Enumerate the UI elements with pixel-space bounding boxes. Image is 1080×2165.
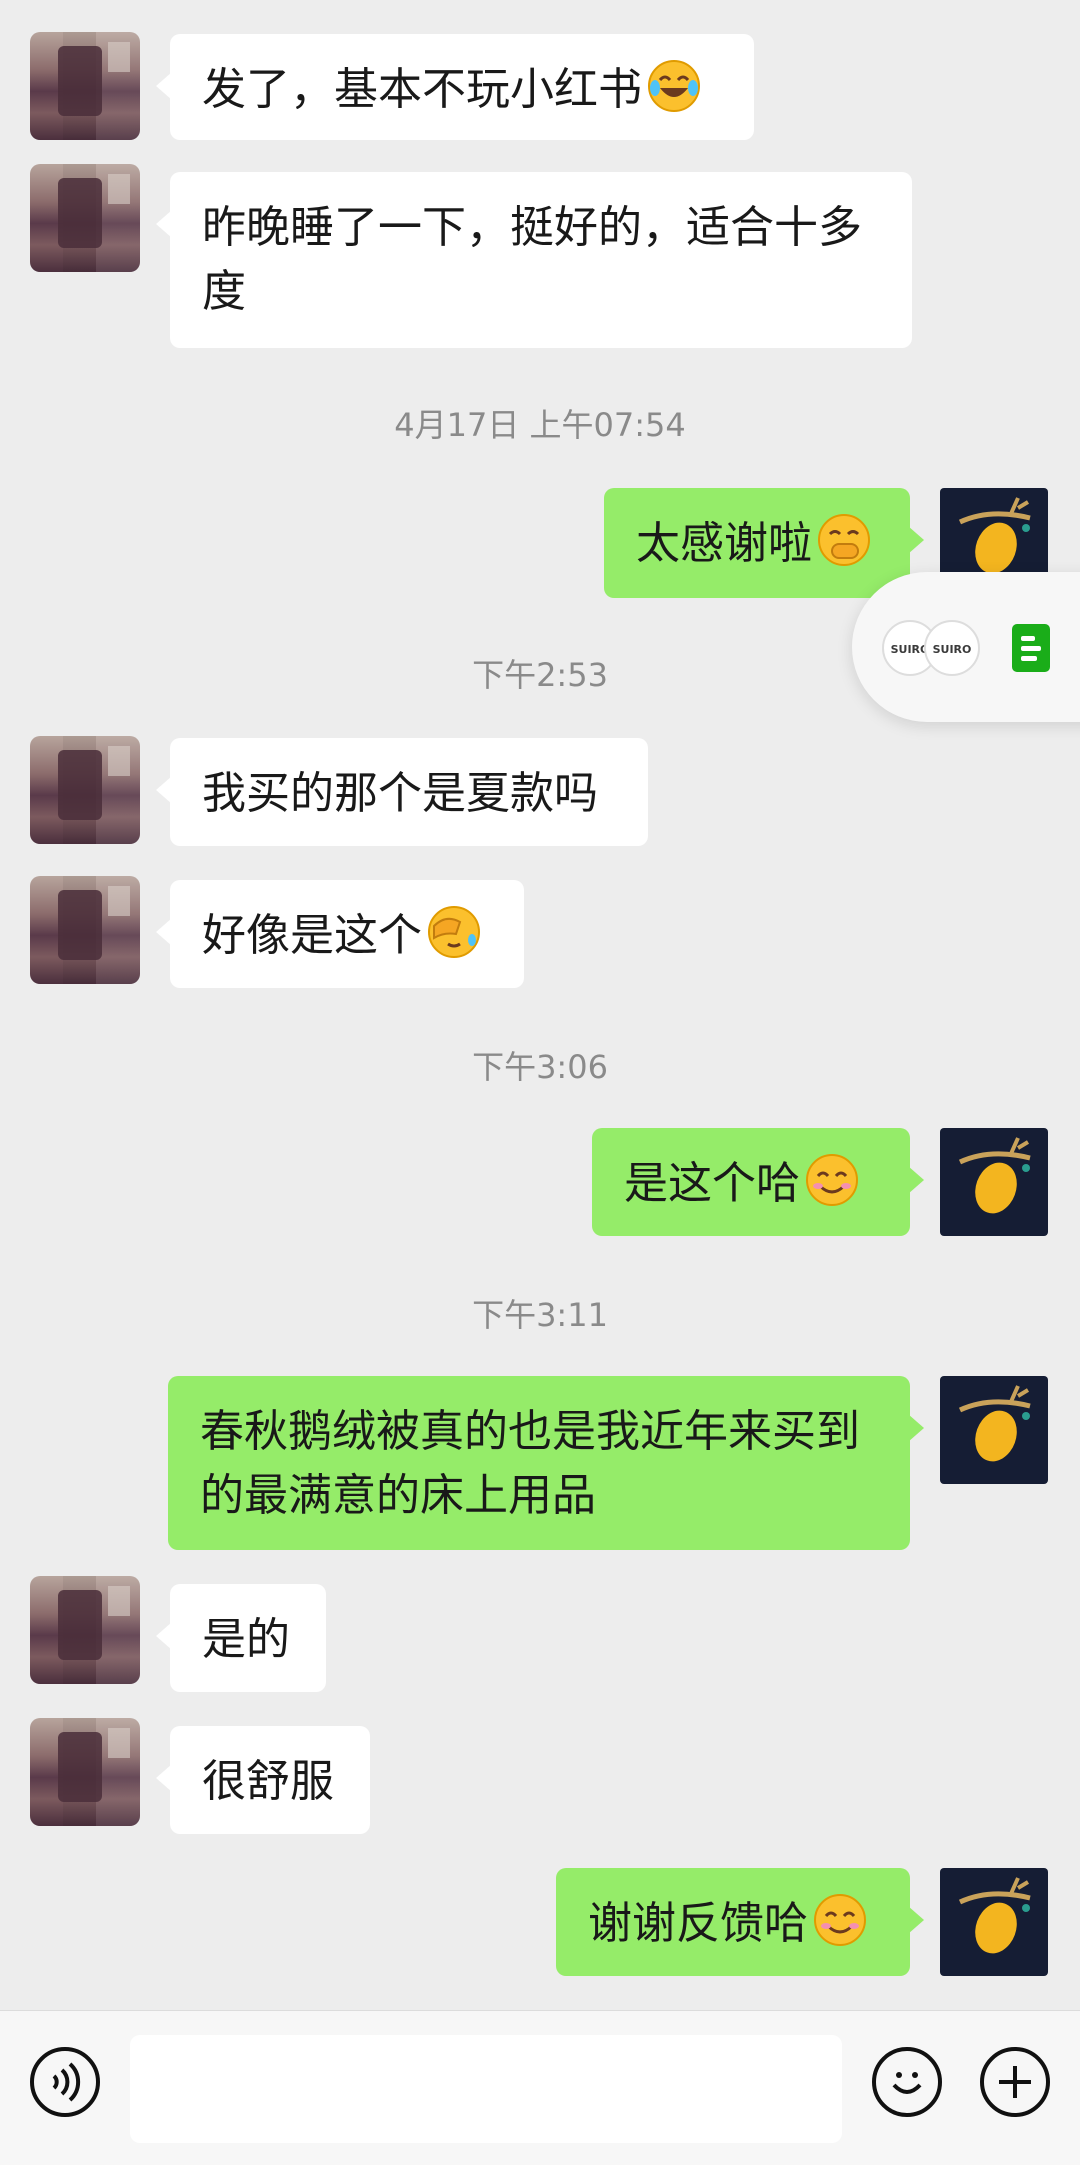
my-avatar[interactable] [940, 1376, 1048, 1484]
my-avatar[interactable] [940, 1128, 1048, 1236]
message-bubble-incoming[interactable]: 昨晚睡了一下，挺好的，适合十多度 [156, 172, 912, 348]
message-bubble-incoming[interactable]: 很舒服 [156, 1726, 370, 1834]
emoji-icon[interactable] [872, 2047, 942, 2117]
message-bubble-incoming[interactable]: 发了，基本不玩小红书 [156, 34, 754, 140]
message-text: 是的 [202, 1614, 290, 1665]
voice-icon[interactable] [30, 2047, 100, 2117]
message-bubble-outgoing[interactable]: 春秋鹅绒被真的也是我近年来买到的最满意的床上用品 [168, 1376, 924, 1550]
smiling-face-emoji-icon [804, 1152, 860, 1208]
chat-area[interactable]: 发了，基本不玩小红书 昨晚睡了一下，挺好的，适合十多度 4月17日 上午07:5… [0, 0, 1080, 2010]
message-text: 谢谢反馈哈 [588, 1898, 808, 1949]
message-bubble-incoming[interactable]: 是的 [156, 1584, 326, 1692]
message-bubble-outgoing[interactable]: 是这个哈 [592, 1128, 924, 1236]
message-bubble-incoming[interactable]: 好像是这个 [156, 880, 524, 988]
plus-icon[interactable] [980, 2047, 1050, 2117]
hand-over-mouth-emoji-icon [816, 512, 872, 568]
contact-avatar[interactable] [30, 32, 140, 140]
smiling-face-emoji-icon [812, 1892, 868, 1948]
face-palm-emoji-icon [426, 904, 482, 960]
contact-avatar[interactable] [30, 164, 140, 272]
contact-avatar[interactable] [30, 876, 140, 984]
input-bar [0, 2010, 1080, 2165]
floating-window-pill[interactable]: SUIRO SUIRO [852, 572, 1080, 722]
timestamp: 下午2:53 [472, 656, 608, 694]
my-avatar[interactable] [940, 1868, 1048, 1976]
message-text: 春秋鹅绒被真的也是我近年来买到的最满意的床上用品 [200, 1406, 860, 1521]
message-text: 太感谢啦 [636, 518, 812, 569]
deer-mango-logo-icon [958, 1385, 1031, 1462]
deer-mango-logo-icon [958, 1137, 1031, 1214]
contact-avatar[interactable] [30, 1718, 140, 1826]
message-text: 我买的那个是夏款吗 [202, 768, 598, 819]
message-text: 好像是这个 [202, 910, 422, 961]
message-text: 昨晚睡了一下，挺好的，适合十多度 [202, 202, 862, 317]
message-text: 是这个哈 [624, 1158, 800, 1209]
message-bubble-outgoing[interactable]: 太感谢啦 [604, 488, 924, 598]
message-bubble-outgoing[interactable]: 谢谢反馈哈 [556, 1868, 924, 1976]
deer-mango-logo-icon [958, 1877, 1031, 1954]
timestamp: 4月17日 上午07:54 [394, 406, 686, 444]
timestamp: 下午3:06 [472, 1048, 608, 1086]
contact-avatar[interactable] [30, 1576, 140, 1684]
tears-of-joy-emoji-icon [646, 58, 702, 114]
contact-avatar[interactable] [30, 736, 140, 844]
message-bubble-incoming[interactable]: 我买的那个是夏款吗 [156, 738, 648, 846]
message-text: 很舒服 [202, 1756, 334, 1807]
message-input[interactable] [130, 2035, 842, 2143]
timestamp: 下午3:11 [472, 1296, 608, 1334]
message-text: 发了，基本不玩小红书 [202, 64, 642, 115]
